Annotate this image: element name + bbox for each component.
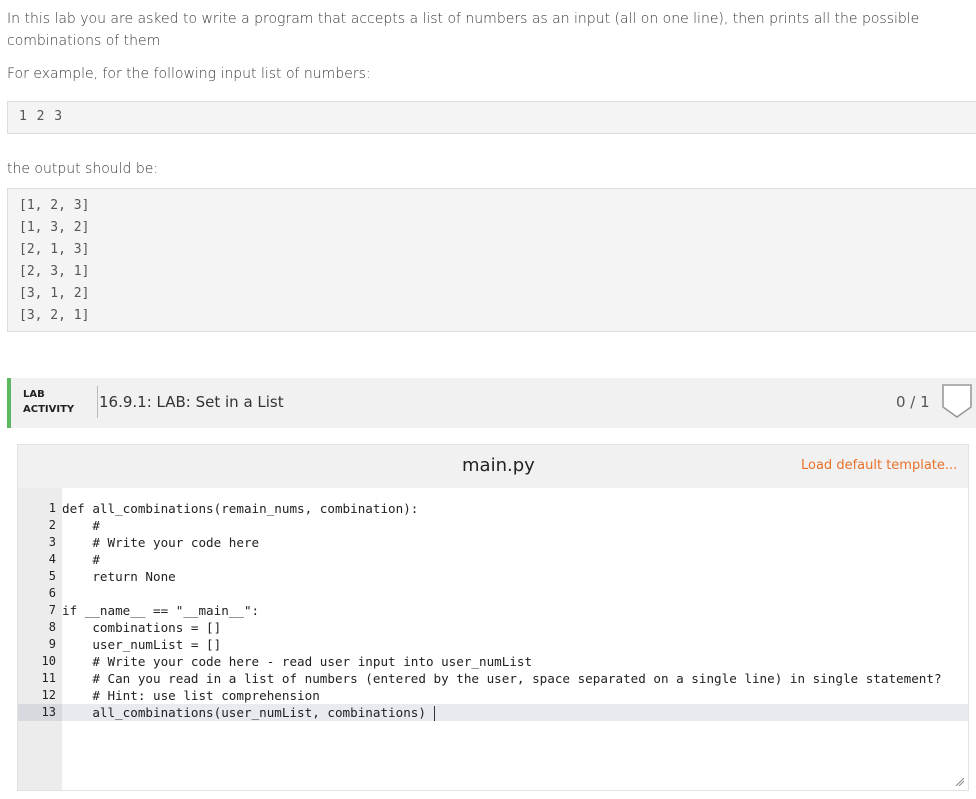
line-number: 3 — [48, 535, 56, 549]
code-line[interactable]: user_numList = [] — [62, 636, 968, 653]
header-divider — [97, 386, 98, 418]
output-line: [1, 2, 3] — [19, 198, 90, 213]
line-number: 4 — [48, 552, 56, 566]
line-number: 5 — [48, 569, 56, 583]
code-line[interactable] — [62, 585, 968, 602]
output-line: [2, 3, 1] — [19, 264, 90, 279]
output-line: [3, 2, 1] — [19, 308, 90, 323]
lab-tag-line-1: LAB — [23, 389, 45, 400]
example-input-text: 1 2 3 — [19, 109, 64, 124]
line-number: 11 — [41, 671, 56, 685]
instructions-line-1: In this lab you are asked to write a pro… — [7, 11, 920, 27]
load-default-template-link[interactable]: Load default template... — [801, 458, 957, 473]
completion-badge-icon — [942, 384, 972, 418]
line-number: 9 — [48, 637, 56, 651]
instructions: In this lab you are asked to write a pro… — [7, 8, 967, 177]
text-cursor — [433, 706, 435, 721]
line-number: 6 — [48, 586, 56, 600]
line-number-gutter: 1 2 3 4 5 6 7 8 9 10 11 12 13 — [18, 488, 62, 790]
code-line-active[interactable]: all_combinations(user_numList, combinati… — [62, 704, 968, 721]
resize-handle-icon[interactable] — [956, 778, 964, 786]
line-number: 1 — [48, 501, 56, 515]
output-line: [3, 1, 2] — [19, 286, 90, 301]
code-line[interactable]: # — [62, 517, 968, 534]
code-line[interactable]: # — [62, 551, 968, 568]
code-line[interactable]: combinations = [] — [62, 619, 968, 636]
code-line[interactable]: # Hint: use list comprehension — [62, 687, 968, 704]
example-intro-text: For example, for the following input lis… — [7, 66, 371, 82]
line-number: 7 — [48, 603, 56, 617]
line-number: 12 — [41, 688, 56, 702]
example-input-block: 1 2 3 — [7, 101, 976, 134]
output-line: [2, 1, 3] — [19, 242, 90, 257]
editor-toolbar: main.py Load default template... — [18, 445, 968, 488]
code-line[interactable]: # Write your code here - read user input… — [62, 653, 968, 670]
code-line[interactable]: if __name__ == "__main__": — [62, 602, 968, 619]
code-text-area[interactable]: def all_combinations(remain_nums, combin… — [62, 488, 968, 790]
code-line[interactable]: # Can you read in a list of numbers (ent… — [62, 670, 968, 687]
active-line-text: all_combinations(user_numList, combinati… — [62, 705, 426, 720]
lab-score: 0 / 1 — [896, 393, 930, 411]
code-line[interactable]: return None — [62, 568, 968, 585]
lab-activity-header: LAB ACTIVITY 16.9.1: LAB: Set in a List … — [7, 378, 976, 428]
line-number: 8 — [48, 620, 56, 634]
instructions-line-2: combinations of them — [7, 33, 161, 49]
lab-tag-line-2: ACTIVITY — [23, 404, 75, 415]
lab-activity-tag: LAB ACTIVITY — [23, 387, 74, 417]
output-line: [1, 3, 2] — [19, 220, 90, 235]
code-line[interactable]: def all_combinations(remain_nums, combin… — [62, 500, 968, 517]
filename-label: main.py — [462, 455, 535, 476]
example-output-block: [1, 2, 3] [1, 3, 2] [2, 1, 3] [2, 3, 1] … — [7, 188, 976, 332]
code-line[interactable]: # Write your code here — [62, 534, 968, 551]
lab-title: 16.9.1: LAB: Set in a List — [99, 393, 284, 411]
output-intro-text: the output should be: — [7, 161, 159, 177]
line-number: 2 — [48, 518, 56, 532]
line-number: 10 — [41, 654, 56, 668]
line-number-active: 13 — [18, 704, 62, 721]
code-editor: main.py Load default template... 1 2 3 4… — [17, 444, 969, 791]
